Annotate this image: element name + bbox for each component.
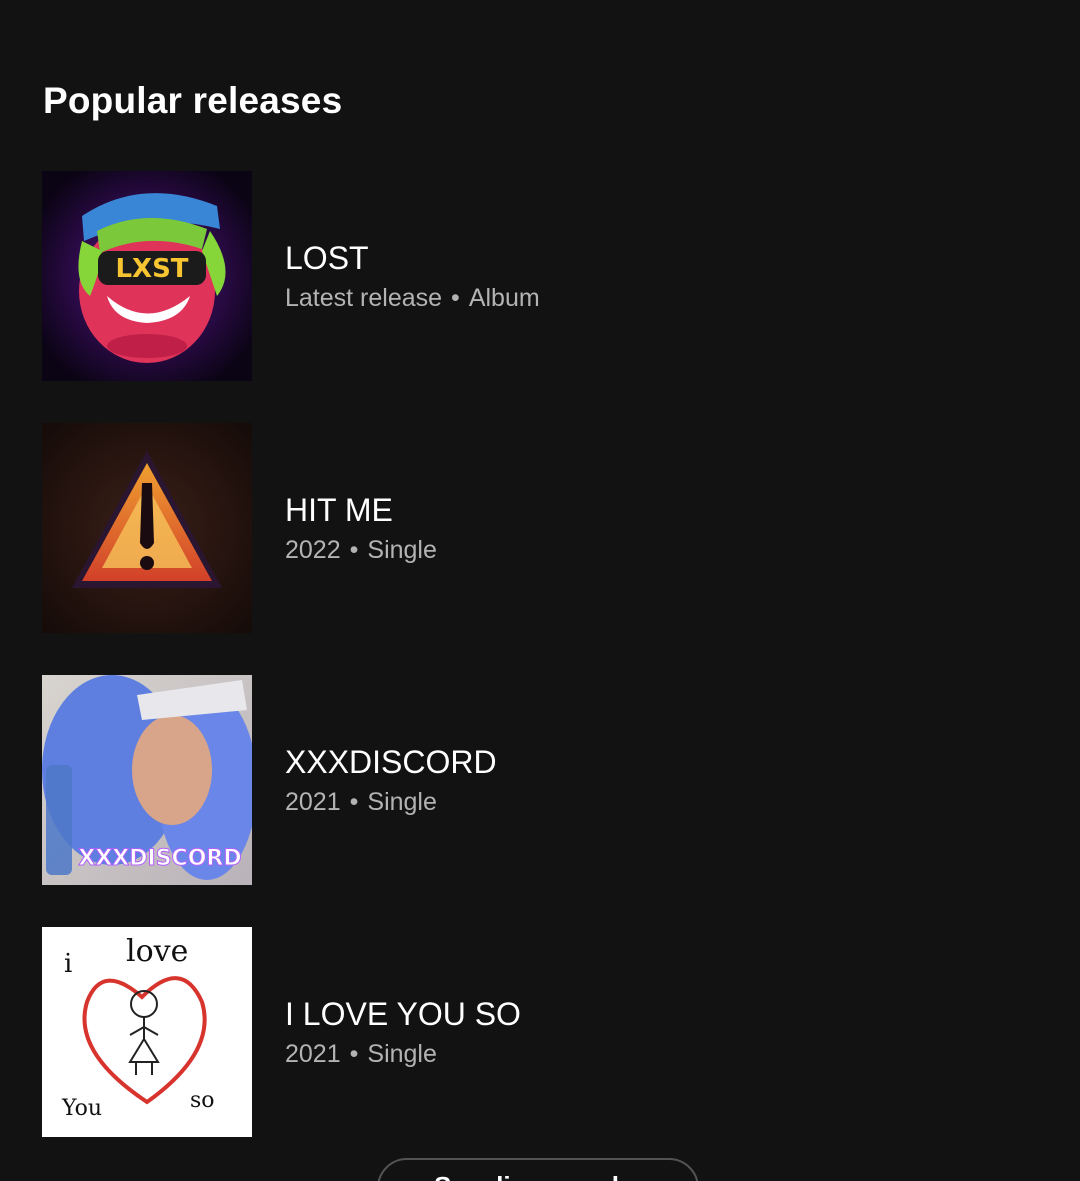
see-discography-button[interactable]: See discography	[377, 1158, 699, 1181]
xxxdiscord-cover: XXXDISCORD	[42, 675, 252, 885]
svg-text:XXXDISCORD: XXXDISCORD	[78, 846, 241, 871]
svg-text:love: love	[126, 934, 188, 969]
release-item-xxxdiscord[interactable]: XXXDISCORD XXXDISCORD 2021 • Single	[42, 675, 1042, 885]
section-title: Popular releases	[43, 80, 343, 121]
release-meta: 2021 • Single	[285, 1040, 437, 1068]
release-title: LOST	[285, 240, 369, 276]
svg-text:i: i	[64, 949, 72, 979]
hit-me-cover	[42, 423, 252, 633]
svg-text:LXST: LXST	[115, 254, 188, 284]
svg-text:so: so	[190, 1088, 215, 1113]
lost-album-cover: LXST	[42, 171, 252, 381]
release-meta: 2022 • Single	[285, 536, 437, 564]
artist-page: Popular releases LXST LOST Latest releas…	[0, 0, 1080, 1181]
release-title: HIT ME	[285, 492, 393, 528]
release-title: I LOVE YOU SO	[285, 996, 521, 1032]
release-item-hit-me[interactable]: HIT ME 2022 • Single	[42, 423, 1042, 633]
release-item-i-love-you-so[interactable]: i love You so I LOVE YOU SO 2021 • Single	[42, 927, 1042, 1137]
svg-text:You: You	[61, 1096, 102, 1121]
release-meta: Latest release • Album	[285, 284, 540, 312]
release-item-lost[interactable]: LXST LOST Latest release • Album	[42, 171, 1042, 381]
release-meta: 2021 • Single	[285, 788, 437, 816]
release-title: XXXDISCORD	[285, 744, 497, 780]
i-love-you-so-cover: i love You so	[42, 927, 252, 1137]
